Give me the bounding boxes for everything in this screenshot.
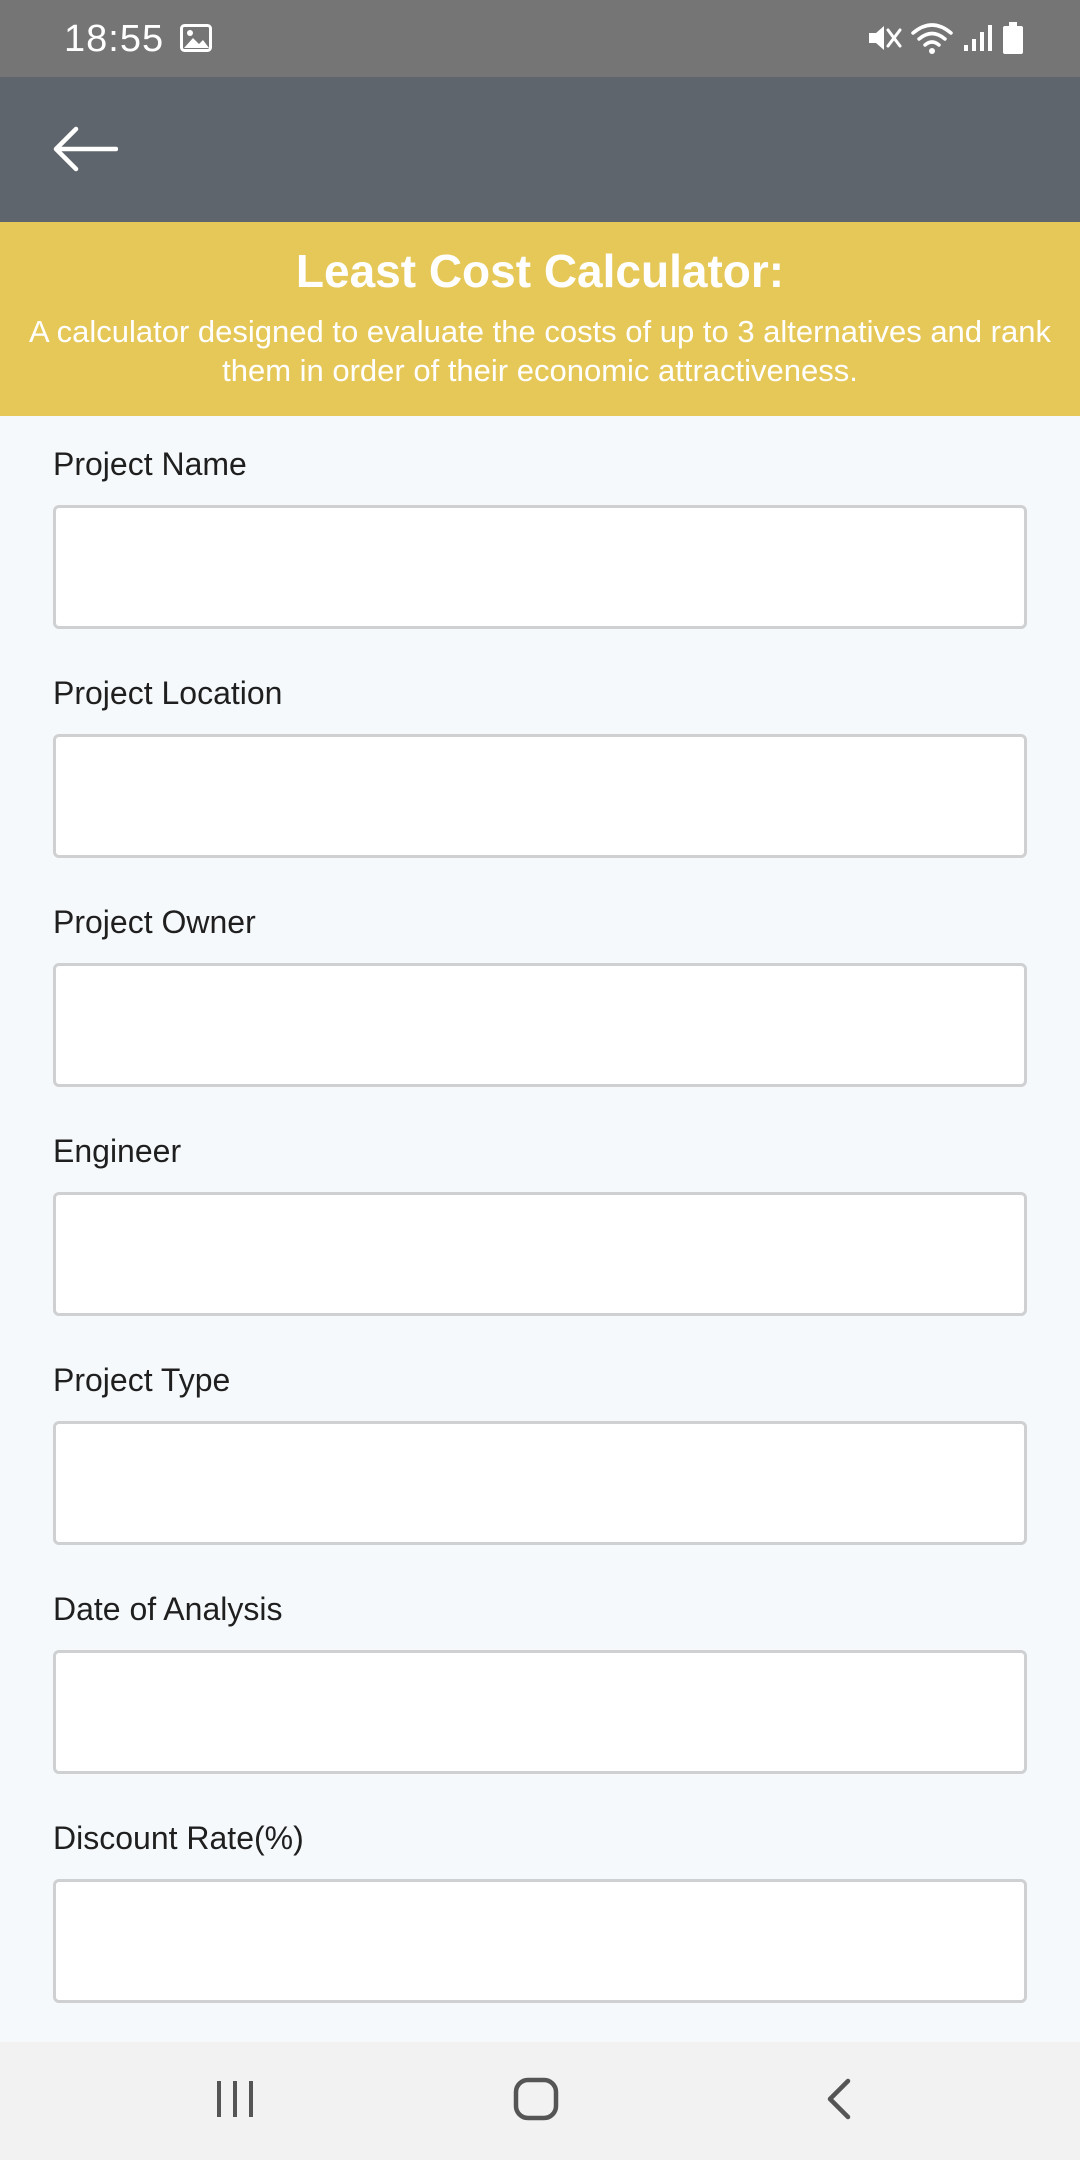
mute-icon [866, 22, 902, 54]
project-name-input[interactable] [53, 505, 1027, 629]
recent-apps-icon [213, 2079, 257, 2124]
field-project-type: Project Type [53, 1360, 1027, 1545]
project-owner-input[interactable] [53, 963, 1027, 1087]
project-form: Project Name Project Location Project Ow… [0, 416, 1080, 2042]
engineer-input[interactable] [53, 1192, 1027, 1316]
battery-icon [1002, 21, 1024, 55]
status-bar: 18:55 [0, 0, 1080, 77]
field-project-location: Project Location [53, 673, 1027, 858]
home-icon [513, 2077, 559, 2126]
wifi-icon [910, 21, 954, 55]
field-label: Project Location [53, 675, 283, 711]
date-of-analysis-input[interactable] [53, 1650, 1027, 1774]
field-label: Discount Rate(%) [53, 1820, 304, 1856]
page-title: Least Cost Calculator: [295, 245, 785, 297]
field-label: Date of Analysis [53, 1591, 283, 1627]
field-project-name: Project Name [53, 444, 1027, 629]
page-description: A calculator designed to evaluate the co… [29, 314, 1051, 388]
field-label: Project Owner [53, 904, 256, 940]
discount-rate-input[interactable] [53, 1879, 1027, 2003]
field-project-owner: Project Owner [53, 902, 1027, 1087]
signal-icon [962, 23, 994, 53]
back-button[interactable] [40, 111, 130, 191]
field-label: Project Type [53, 1362, 231, 1398]
project-type-input[interactable] [53, 1421, 1027, 1545]
home-button[interactable] [491, 2066, 581, 2136]
header-banner: Least Cost Calculator: A calculator desi… [0, 222, 1080, 416]
nav-back-button[interactable] [794, 2066, 884, 2136]
recent-apps-button[interactable] [190, 2066, 280, 2136]
field-engineer: Engineer [53, 1131, 1027, 1316]
status-icons [866, 18, 1024, 58]
status-time: 18:55 [64, 18, 165, 60]
system-nav-bar [0, 2042, 1080, 2160]
back-icon [824, 2078, 854, 2125]
field-label: Project Name [53, 446, 247, 482]
field-discount-rate: Discount Rate(%) [53, 1818, 1027, 2003]
field-date-of-analysis: Date of Analysis [53, 1589, 1027, 1774]
project-location-input[interactable] [53, 734, 1027, 858]
app-bar [0, 77, 1080, 222]
field-label: Engineer [53, 1133, 182, 1169]
arrow-left-icon [52, 126, 119, 177]
image-icon [180, 24, 212, 52]
